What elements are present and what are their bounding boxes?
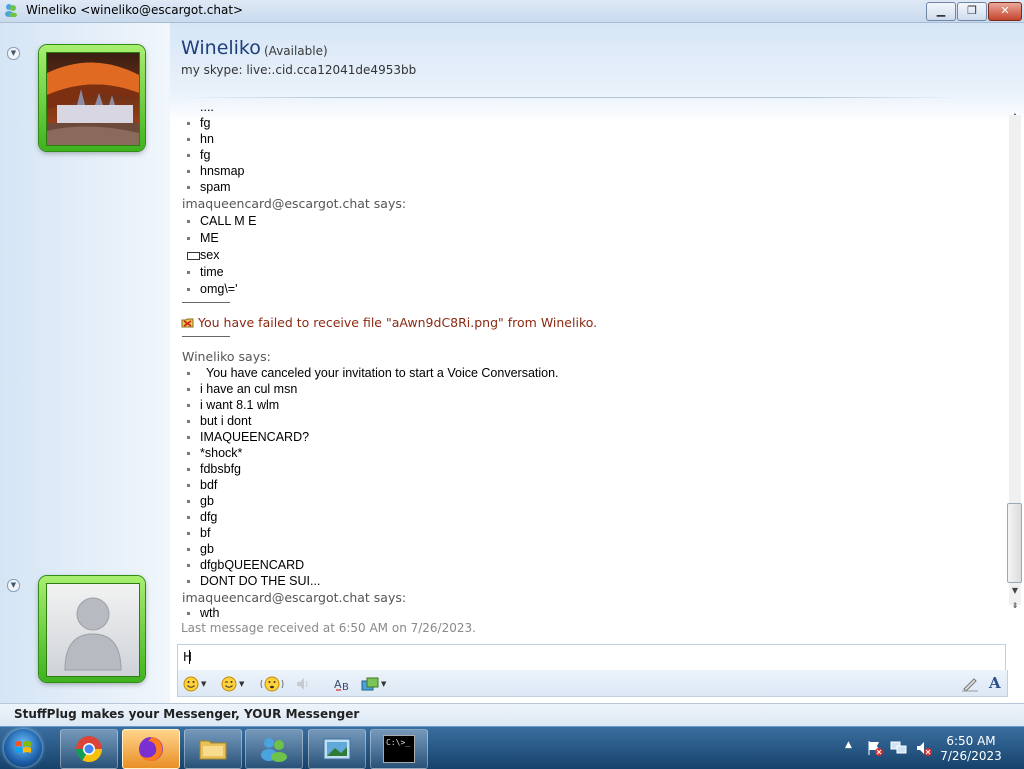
wink-icon [221, 676, 237, 691]
taskbar-screenshot-tool[interactable] [308, 729, 366, 769]
collapse-my-picture-button[interactable]: ▼ [7, 579, 20, 592]
emoticon-button[interactable]: ▼ [183, 673, 206, 693]
contact-name: Wineliko [181, 37, 261, 59]
mesa-arch-photo [47, 53, 139, 145]
chevron-down-icon: ▼ [201, 679, 207, 688]
stuffplug-banner-text: StuffPlug makes your Messenger, YOUR Mes… [14, 707, 360, 721]
sender-label: imaqueencard@escargot.chat says: [182, 590, 407, 605]
action-center-flag-icon[interactable] [866, 739, 884, 757]
taskbar-file-explorer[interactable] [184, 729, 242, 769]
broken-emoticon-icon [187, 252, 200, 260]
background-button[interactable]: ▼ [361, 673, 386, 693]
sender-label: Wineliko says: [182, 349, 271, 364]
minimize-button[interactable]: ▁ [926, 2, 956, 21]
taskbar: C:\>_ ▲ 6:50 AM 7/26/2023 [0, 726, 1024, 769]
message-input[interactable]: H [177, 644, 1006, 671]
conversation-history[interactable]: .... fg hn fg hnsmap spam imaqueencard@e… [181, 99, 1005, 620]
collapse-contact-picture-button[interactable]: ▼ [7, 47, 20, 60]
sender-label: imaqueencard@escargot.chat says: [182, 196, 407, 211]
taskbar-messenger[interactable] [245, 729, 303, 769]
close-button[interactable]: ✕ [988, 2, 1022, 21]
contact-display-picture[interactable] [39, 45, 145, 151]
smiley-icon [183, 676, 199, 691]
background-icon [361, 677, 379, 690]
chevron-down-icon: ▼ [239, 679, 245, 688]
nudge-button[interactable] [260, 673, 284, 693]
separator [182, 336, 230, 337]
scroll-down-arrow-icon[interactable]: ▼ [1010, 586, 1020, 596]
chevron-down-icon: ▼ [381, 679, 387, 688]
nudge-icon [260, 676, 284, 691]
folder-icon [199, 740, 227, 760]
spellcheck-icon: AB [334, 678, 349, 693]
voice-clip-icon [297, 677, 308, 690]
last-message-timestamp: Last message received at 6:50 AM on 7/26… [181, 621, 476, 635]
windows-logo-icon [15, 741, 31, 753]
contact-personal-message: my skype: live:.cid.cca12041de4953bb [181, 63, 417, 77]
command-prompt-icon: C:\>_ [383, 735, 415, 763]
network-icon[interactable] [890, 739, 908, 757]
spellcheck-button[interactable]: AB [334, 673, 352, 693]
text-caret [189, 650, 190, 664]
handwriting-button[interactable] [961, 673, 979, 693]
messenger-buddies-icon [261, 738, 287, 762]
firefox-icon [139, 737, 163, 761]
default-user-icon [64, 597, 122, 671]
taskbar-command-prompt[interactable]: C:\>_ [370, 729, 428, 769]
svg-text:B: B [342, 682, 349, 692]
stuffplug-banner[interactable]: StuffPlug makes your Messenger, YOUR Mes… [0, 703, 1024, 726]
messenger-icon [5, 4, 17, 17]
taskbar-clock[interactable]: 6:50 AM 7/26/2023 [916, 734, 1024, 764]
clock-time: 6:50 AM [946, 734, 996, 748]
failed-file-icon [181, 318, 194, 328]
font-button[interactable]: A [989, 673, 1001, 693]
voice-clip-button[interactable] [294, 673, 312, 693]
font-icon: A [989, 674, 1001, 692]
formatting-toolbar: ▼ ▼ AB ▼ A [177, 670, 1008, 697]
chrome-icon [75, 736, 103, 763]
start-button[interactable] [4, 729, 42, 767]
handwriting-icon [962, 677, 978, 692]
contact-status: (Available) [264, 44, 328, 58]
scroll-end-icon[interactable]: ⇟ [1010, 601, 1020, 611]
separator [182, 302, 230, 303]
header-divider [181, 97, 961, 98]
taskbar-chrome[interactable] [60, 729, 118, 769]
title-bar: Wineliko <wineliko@escargot.chat> ▁ ❐ ✕ [0, 0, 1024, 23]
show-hidden-icons-button[interactable]: ▲ [845, 740, 852, 750]
clock-date: 7/26/2023 [940, 749, 1002, 763]
window-title: Wineliko <wineliko@escargot.chat> [26, 3, 244, 17]
my-display-picture[interactable] [39, 576, 145, 682]
maximize-button[interactable]: ❐ [957, 2, 987, 21]
scroll-thumb[interactable] [1007, 503, 1022, 583]
wink-button[interactable]: ▼ [221, 673, 244, 693]
taskbar-firefox[interactable] [122, 729, 180, 769]
svg-text:A: A [334, 678, 342, 691]
message-input-text: H [183, 650, 193, 664]
screenshot-tool-icon [323, 738, 351, 760]
